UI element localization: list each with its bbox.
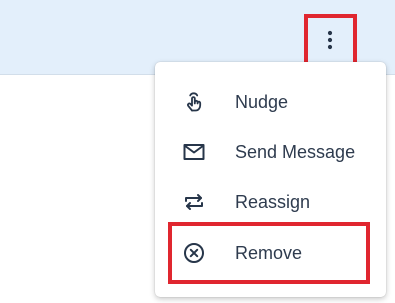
more-actions-button[interactable] bbox=[304, 14, 356, 64]
remove-circle-icon bbox=[184, 243, 204, 263]
hand-pointer-icon bbox=[187, 92, 202, 112]
menu-item-remove[interactable]: Remove bbox=[155, 228, 386, 278]
menu-item-label: Remove bbox=[235, 243, 303, 263]
page: Nudge Send Message Reassign Remove bbox=[0, 0, 395, 303]
more-vertical-icon bbox=[327, 30, 333, 50]
menu-item-nudge[interactable]: Nudge bbox=[155, 77, 386, 127]
actions-menu: Nudge Send Message Reassign Remove bbox=[155, 62, 386, 297]
envelope-icon bbox=[183, 144, 205, 160]
menu-item-reassign[interactable]: Reassign bbox=[155, 177, 386, 227]
menu-item-label: Nudge bbox=[235, 92, 289, 112]
menu-item-label: Send Message bbox=[235, 142, 356, 162]
swap-arrows-icon bbox=[185, 194, 203, 210]
menu-item-send-message[interactable]: Send Message bbox=[155, 127, 386, 177]
menu-item-label: Reassign bbox=[235, 192, 311, 212]
